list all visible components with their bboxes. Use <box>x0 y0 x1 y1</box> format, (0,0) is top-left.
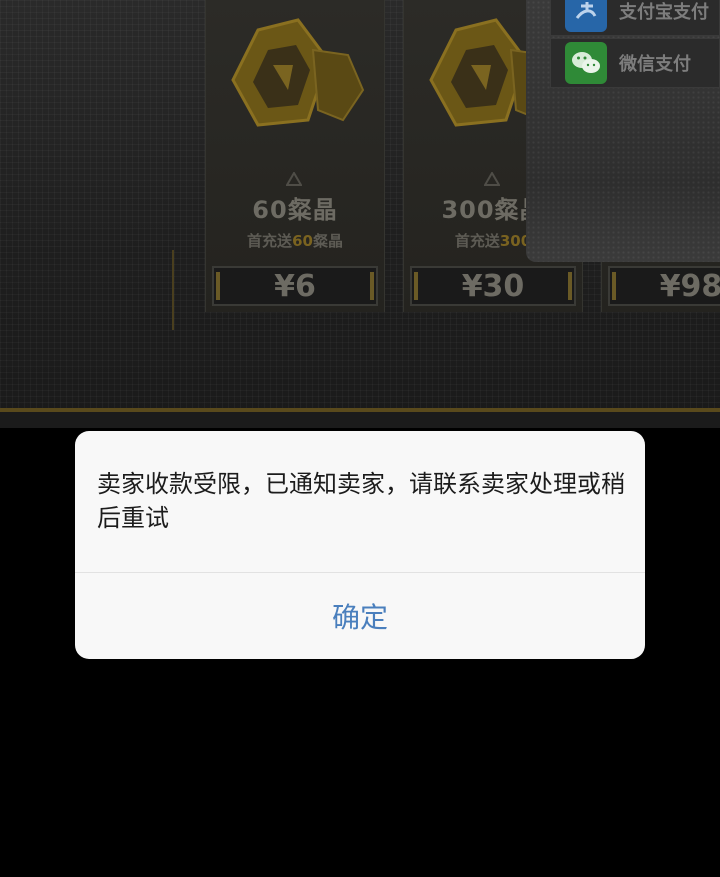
confirm-button[interactable]: 确定 <box>75 573 645 659</box>
error-dialog: 卖家收款受限，已通知卖家，请联系卖家处理或稍后重试 确定 <box>75 431 645 659</box>
dialog-message: 卖家收款受限，已通知卖家，请联系卖家处理或稍后重试 <box>97 470 625 532</box>
